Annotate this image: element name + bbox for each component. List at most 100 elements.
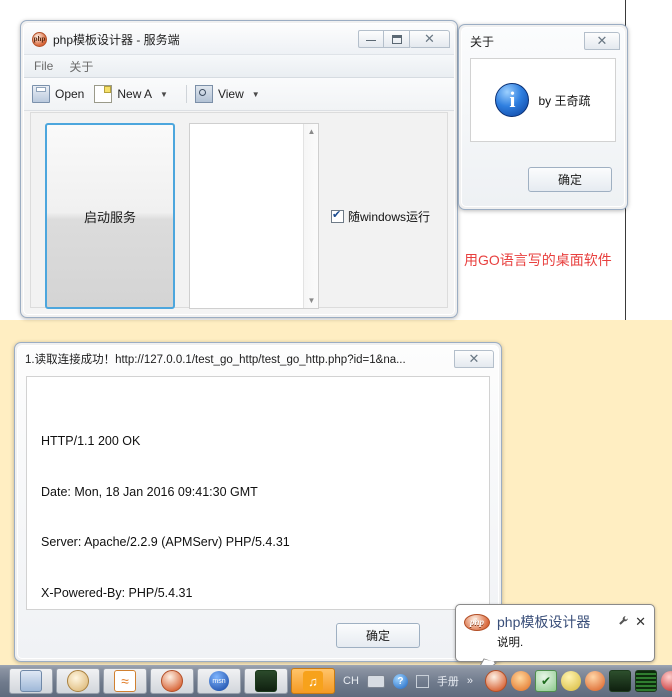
panel-icon[interactable] [415, 674, 429, 688]
minimize-button[interactable] [358, 30, 384, 48]
picture-icon [20, 670, 42, 692]
ime-manual-label[interactable]: 手册 [437, 673, 459, 689]
toolbar-open-button[interactable]: Open [32, 85, 84, 103]
view-icon [194, 85, 213, 103]
run-with-windows-checkbox[interactable]: 随windows运行 [331, 208, 430, 225]
run-with-windows-label: 随windows运行 [348, 210, 431, 224]
taskbar-item-php[interactable] [150, 668, 194, 694]
response-line: X-Powered-By: PHP/5.4.31 [41, 586, 193, 600]
taskbar-item-terminal[interactable] [244, 668, 288, 694]
response-dialog-inner: 1.读取连接成功！http://127.0.0.1/test_go_http/t… [17, 345, 499, 659]
help-icon[interactable]: ? [392, 673, 408, 689]
about-dialog-body: i by 王奇疏 [470, 58, 616, 142]
scroll-up-icon[interactable]: ▲ [304, 124, 319, 139]
close-button[interactable]: ✕ [410, 30, 450, 48]
rss-icon: ≈ [114, 670, 136, 692]
toolbar-view-label: View [217, 87, 244, 101]
menu-item-file[interactable]: File [34, 59, 53, 73]
balloon-header: php php模板设计器 ✕ [464, 612, 646, 632]
about-dialog-inner: 关于 ✕ i by 王奇疏 确定 [461, 27, 625, 207]
tray-icon-grid[interactable] [635, 670, 658, 692]
toolbar-open-label: Open [55, 87, 85, 101]
toolbar-new-button[interactable]: New A ▼ [94, 85, 168, 103]
balloon-body-text: 说明. [497, 637, 524, 649]
minimize-icon [366, 38, 376, 41]
new-file-icon [94, 85, 113, 103]
menu-item-about[interactable]: 关于 [69, 58, 93, 75]
main-window-inner: php php模板设计器 - 服务端 ✕ File 关于 Open New A … [23, 23, 455, 315]
main-toolbar: Open New A ▼ View ▼ [24, 78, 454, 111]
response-dialog-title: 1.读取连接成功！http://127.0.0.1/test_go_http/t… [25, 354, 406, 366]
window-controls: ✕ [358, 30, 450, 48]
about-dialog-title: 关于 [470, 34, 495, 49]
close-icon: ✕ [424, 31, 435, 47]
php-icon [161, 670, 183, 692]
chevron-down-icon[interactable]: ▼ [160, 90, 168, 99]
about-dialog: 关于 ✕ i by 王奇疏 确定 [458, 24, 628, 210]
about-author-text: by 王奇疏 [538, 93, 591, 108]
response-dialog: 1.读取连接成功！http://127.0.0.1/test_go_http/t… [14, 342, 502, 662]
keyboard-icon[interactable] [366, 674, 385, 688]
annotation-note: 用GO语言写的桌面软件 [464, 252, 612, 268]
taskbar-item-picture[interactable] [9, 668, 53, 694]
close-icon[interactable]: ✕ [635, 614, 646, 630]
tray-icon-network[interactable] [609, 670, 632, 692]
folder-open-icon [32, 85, 50, 103]
toolbar-new-label: New A [117, 87, 153, 101]
response-window-controls: ✕ [454, 350, 494, 368]
wrench-icon[interactable] [618, 615, 629, 629]
start-service-button[interactable]: 启动服务 [45, 123, 175, 309]
response-dialog-titlebar[interactable]: 1.读取连接成功！http://127.0.0.1/test_go_http/t… [18, 346, 498, 372]
close-icon: ✕ [468, 351, 480, 367]
log-list-scrollbar[interactable]: ▲ ▼ [303, 124, 318, 308]
response-line: Server: Apache/2.2.9 (APMServ) PHP/5.4.3… [41, 535, 290, 550]
main-client-area: 启动服务 ▲ ▼ 随windows运行 [30, 112, 448, 309]
tray-balloon-tooltip: php php模板设计器 ✕ 说明. [455, 604, 655, 685]
about-close-button[interactable]: ✕ [584, 32, 620, 50]
disc-icon [67, 670, 89, 692]
chevron-down-icon[interactable]: ▼ [252, 90, 260, 99]
toolbar-view-button[interactable]: View ▼ [194, 85, 260, 103]
response-line: Date: Mon, 18 Jan 2016 09:41:30 GMT [41, 484, 258, 499]
tray-icon-qq[interactable] [585, 671, 606, 691]
response-body-text: HTTP/1.1 200 OK Date: Mon, 18 Jan 2016 0… [26, 376, 490, 610]
php-icon: php [32, 31, 47, 47]
taskbar-item-disc[interactable] [56, 668, 100, 694]
scroll-down-icon[interactable]: ▼ [304, 293, 319, 308]
main-window-title: php模板设计器 - 服务端 [53, 32, 180, 47]
main-window-titlebar[interactable]: php php模板设计器 - 服务端 ✕ [24, 24, 454, 54]
tray-icon-bird[interactable] [561, 671, 582, 691]
taskbar-item-volume[interactable]: ♫ [291, 668, 335, 694]
response-close-button[interactable]: ✕ [454, 350, 494, 368]
close-icon: ✕ [596, 33, 608, 49]
info-icon: i [495, 83, 530, 117]
ime-toolbar: CH ? 手册 » [343, 673, 481, 689]
checkbox-checked-icon[interactable] [331, 208, 344, 223]
main-window: php php模板设计器 - 服务端 ✕ File 关于 Open New A … [20, 20, 458, 318]
tray-icon-firefox[interactable] [511, 671, 532, 691]
taskbar-item-msn[interactable]: msn [197, 668, 241, 694]
speaker-icon: ♫ [303, 671, 323, 691]
terminal-icon [255, 670, 277, 692]
ime-overflow-icon[interactable]: » [467, 675, 473, 687]
tray-icon-php[interactable] [485, 670, 508, 692]
about-ok-button[interactable]: 确定 [528, 167, 612, 192]
response-ok-button[interactable]: 确定 [336, 623, 420, 648]
maximize-icon [391, 34, 402, 44]
balloon-title: php模板设计器 [497, 614, 591, 630]
about-window-controls: ✕ [584, 32, 620, 50]
service-log-list[interactable]: ▲ ▼ [189, 123, 319, 309]
about-dialog-titlebar[interactable]: 关于 ✕ [462, 28, 624, 54]
system-tray: ✔ [481, 670, 672, 692]
main-menubar: File 关于 [24, 54, 454, 78]
php-icon: php [464, 613, 490, 631]
start-button[interactable] [0, 665, 6, 697]
taskbar-item-rss[interactable]: ≈ [103, 668, 147, 694]
msn-icon: msn [209, 671, 229, 691]
ime-language-label[interactable]: CH [343, 675, 359, 687]
toolbar-separator [185, 85, 187, 103]
maximize-button[interactable] [384, 30, 410, 48]
tray-icon-alert[interactable] [661, 671, 672, 691]
response-line: HTTP/1.1 200 OK [41, 433, 141, 448]
tray-icon-shield[interactable]: ✔ [535, 670, 558, 692]
